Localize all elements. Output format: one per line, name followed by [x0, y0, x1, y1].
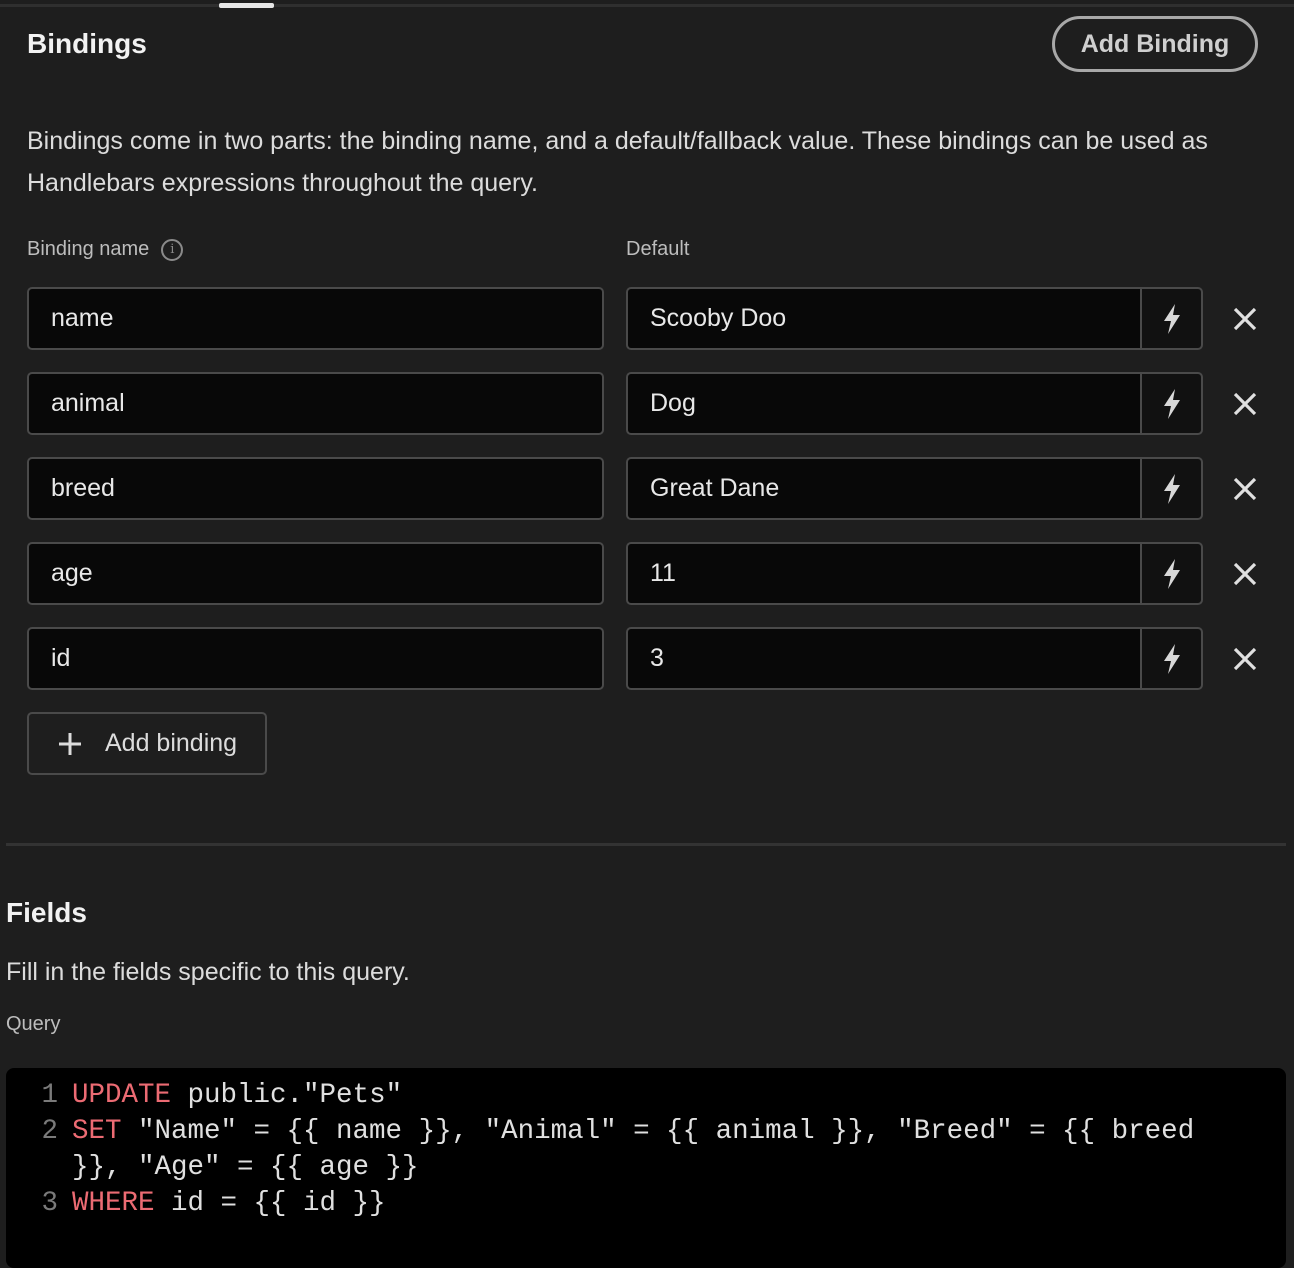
lightning-icon: [1163, 643, 1180, 674]
dynamic-value-button[interactable]: [1140, 372, 1203, 435]
binding-default-input[interactable]: Dog: [626, 372, 1140, 435]
close-icon: [1233, 562, 1257, 586]
dynamic-value-button[interactable]: [1140, 287, 1203, 350]
remove-binding-button[interactable]: [1227, 299, 1263, 339]
sql-keyword: SET: [72, 1116, 122, 1147]
sql-keyword: WHERE: [72, 1188, 155, 1219]
remove-binding-button[interactable]: [1227, 384, 1263, 424]
dynamic-value-button[interactable]: [1140, 542, 1203, 605]
close-icon: [1233, 307, 1257, 331]
binding-row: age 11: [27, 542, 1277, 605]
query-label: Query: [6, 1013, 61, 1035]
binding-name-input[interactable]: id: [27, 627, 604, 690]
binding-row: animal Dog: [27, 372, 1277, 435]
binding-row: name Scooby Doo: [27, 287, 1277, 350]
fields-title: Fields: [6, 897, 87, 928]
lightning-icon: [1163, 473, 1180, 504]
line-number: 2: [41, 1116, 58, 1147]
lightning-icon: [1163, 558, 1180, 589]
fields-description: Fill in the fields specific to this quer…: [6, 958, 410, 986]
binding-default-input[interactable]: Scooby Doo: [626, 287, 1140, 350]
default-label: Default: [626, 238, 690, 260]
binding-row: id 3: [27, 627, 1277, 690]
binding-name-input[interactable]: animal: [27, 372, 604, 435]
code-text: "Name" = {{ name }}, "Animal" = {{ anima…: [72, 1116, 1211, 1183]
bindings-title: Bindings: [27, 28, 147, 59]
remove-binding-button[interactable]: [1227, 554, 1263, 594]
bindings-description: Bindings come in two parts: the binding …: [27, 127, 1208, 197]
code-line: 3 WHERE id = {{ id }}: [6, 1186, 1232, 1222]
active-tab-indicator: [219, 3, 274, 8]
line-number: 1: [41, 1080, 58, 1111]
binding-default-input[interactable]: Great Dane: [626, 457, 1140, 520]
sql-keyword: UPDATE: [72, 1080, 172, 1111]
close-icon: [1233, 647, 1257, 671]
close-icon: [1233, 392, 1257, 416]
code-line: 2 SET "Name" = {{ name }}, "Animal" = {{ …: [6, 1114, 1232, 1186]
remove-binding-button[interactable]: [1227, 469, 1263, 509]
binding-name-input[interactable]: age: [27, 542, 604, 605]
binding-default-input[interactable]: 3: [626, 627, 1140, 690]
add-binding-button[interactable]: Add binding: [27, 712, 267, 775]
add-binding-header-button[interactable]: Add Binding: [1052, 16, 1258, 72]
dynamic-value-button[interactable]: [1140, 627, 1203, 690]
code-text: public."Pets": [171, 1080, 403, 1111]
top-border: [0, 4, 1294, 7]
lightning-icon: [1163, 303, 1180, 334]
binding-name-label-text: Binding name: [27, 238, 150, 260]
binding-default-input[interactable]: 11: [626, 542, 1140, 605]
dynamic-value-button[interactable]: [1140, 457, 1203, 520]
line-number: 3: [41, 1188, 58, 1219]
plus-icon: [59, 732, 81, 755]
close-icon: [1233, 477, 1257, 501]
query-editor[interactable]: 1 UPDATE public."Pets" 2 SET "Name" = {{ n…: [6, 1068, 1286, 1268]
code-line: 1 UPDATE public."Pets": [6, 1078, 1232, 1114]
lightning-icon: [1163, 388, 1180, 419]
binding-name-input[interactable]: breed: [27, 457, 604, 520]
add-binding-label: Add binding: [105, 729, 238, 757]
info-icon[interactable]: i: [161, 238, 184, 261]
binding-name-label: Binding name i: [27, 238, 184, 261]
binding-name-input[interactable]: name: [27, 287, 604, 350]
code-text: id = {{ id }}: [154, 1188, 386, 1219]
binding-row: breed Great Dane: [27, 457, 1277, 520]
section-divider: [6, 843, 1286, 846]
remove-binding-button[interactable]: [1227, 639, 1263, 679]
